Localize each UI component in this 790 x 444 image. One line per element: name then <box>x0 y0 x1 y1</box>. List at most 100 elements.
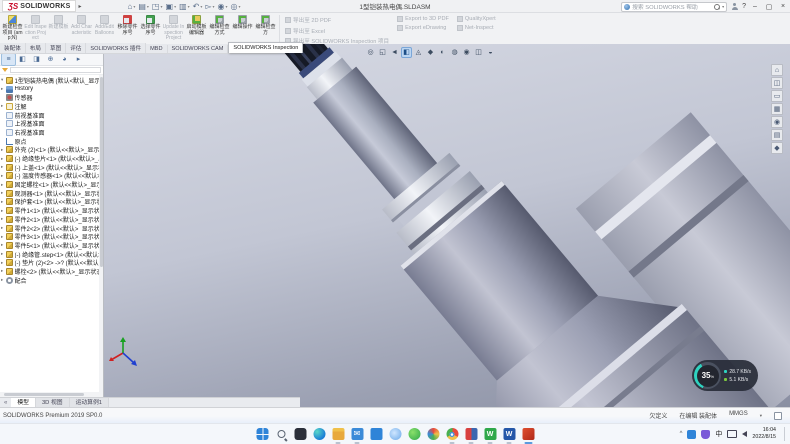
tree-item[interactable]: ▸ 零件5<1> (默认<<默认>_显示状态 <box>1 241 103 250</box>
browser-icon[interactable] <box>427 428 440 441</box>
green-app-icon[interactable] <box>408 428 421 441</box>
ribbon-button[interactable]: 编辑操作 <box>231 14 254 43</box>
tree-item[interactable]: ▸ 注解 <box>1 102 103 111</box>
ime-indicator[interactable]: 中 <box>715 429 722 439</box>
mail-icon[interactable] <box>351 428 364 441</box>
file-menu-arrow-icon[interactable]: ▸ <box>78 3 81 10</box>
section-view-icon[interactable]: ◧ <box>402 48 411 57</box>
solidworks-app-icon[interactable] <box>522 428 535 441</box>
home-tab-icon[interactable]: ⌂ <box>771 64 783 76</box>
dimxpert-tab-icon[interactable]: ⊕ <box>44 54 57 65</box>
search-caret-icon[interactable]: ▾ <box>722 4 724 9</box>
tree-item[interactable]: ▸ 配合 <box>1 276 103 285</box>
tab-scroll-arrows[interactable]: « <box>0 400 11 406</box>
dynamic-annotation-icon[interactable]: ◬ <box>414 48 423 57</box>
tray-app-icon[interactable] <box>687 430 696 439</box>
tree-item[interactable]: ▸ 零件2<1> (默认<<默认>_显示状态 <box>1 215 103 224</box>
tree-item[interactable]: ▸ 上视基准面 <box>1 119 103 128</box>
tree-item[interactable]: ▸ 保护套<1> (默认<<默认>_显示状 <box>1 198 103 207</box>
export-menu-item[interactable]: Export eDrawing <box>397 25 449 31</box>
edge-icon[interactable] <box>313 428 326 441</box>
status-sheet-icon[interactable] <box>774 412 782 420</box>
open-file-icon[interactable]: ◳▾ <box>152 2 163 11</box>
edit-appearance-icon[interactable]: ◉ <box>462 48 471 57</box>
model-3d[interactable] <box>104 44 790 407</box>
word-icon[interactable]: W <box>503 428 516 441</box>
task-view-button[interactable] <box>294 428 307 441</box>
filter-funnel-icon[interactable] <box>2 68 8 72</box>
show-desktop-button[interactable] <box>784 427 786 441</box>
tree-filter-input[interactable] <box>10 67 101 73</box>
search-input[interactable]: 搜索 SOLIDWORKS 帮助 <box>632 2 712 11</box>
solidworks-logo[interactable]: ƷS SOLIDWORKS <box>2 0 76 12</box>
ribbon-button[interactable]: 编辑检查方 <box>254 14 277 43</box>
export-menu-item[interactable]: Net-Inspect <box>457 25 496 31</box>
tree-item[interactable]: ▸ 固定螺栓<1> (默认<<默认>_显示 <box>1 180 103 189</box>
ribbon-button[interactable]: 新建模板 <box>47 14 70 43</box>
tree-item[interactable]: ▸ 零件2<2> (默认<<默认>_显示状态 <box>1 224 103 233</box>
tree-item[interactable]: ▸ 右视基准面 <box>1 128 103 137</box>
units-caret-icon[interactable]: ▾ <box>760 413 762 419</box>
user-login-icon[interactable] <box>731 3 738 10</box>
forum-tab-icon[interactable]: ◆ <box>771 142 783 154</box>
export-menu-item[interactable]: QualityXpert <box>457 16 496 22</box>
command-tab[interactable]: 装配体 <box>0 43 26 53</box>
tree-item[interactable]: ▸ 外壳 (2)<1> (默认<<默认>_显示状 <box>1 146 103 155</box>
tree-item[interactable]: ▸ (-) 上盖<1> (默认<<默认>_显示状 <box>1 163 103 172</box>
clock[interactable]: 16:04 2022/8/15 <box>752 427 776 440</box>
apply-scene-icon[interactable]: ◫ <box>474 48 483 57</box>
export-menu-item[interactable]: 导出至 2D PDF <box>285 16 389 24</box>
tree-item[interactable]: ▸ 螺栓<2> (默认<<默认>_显示状态 <box>1 267 103 276</box>
store-icon[interactable] <box>370 428 383 441</box>
model-tab[interactable]: 3D 视图 <box>36 398 70 408</box>
minimize-button[interactable]: – <box>750 3 760 10</box>
tree-item[interactable]: ▸ History <box>1 85 103 94</box>
ribbon-button[interactable]: Edit Inspection Project <box>24 14 47 43</box>
command-tab[interactable]: 草图 <box>46 43 66 53</box>
design-library-tab-icon[interactable]: ▭ <box>771 90 783 102</box>
tree-item[interactable]: ▸ (-) 垫片 (2)<2> ->? (默认<<默认 <box>1 258 103 267</box>
help-search-box[interactable]: 搜索 SOLIDWORKS 帮助 ▾ <box>621 2 727 12</box>
new-file-icon[interactable]: ▤▾ <box>138 2 149 11</box>
save-icon[interactable]: ▣▾ <box>166 2 177 11</box>
model-tab[interactable]: 模型 <box>11 398 36 408</box>
display-style-icon[interactable]: ◐ <box>438 48 447 57</box>
ribbon-button[interactable]: Add/Edit Balloons <box>93 14 116 43</box>
featuremanager-tree-tab-icon[interactable]: ≡ <box>2 54 15 65</box>
start-button[interactable] <box>256 428 269 441</box>
previous-view-icon[interactable]: ◄ <box>390 48 399 57</box>
command-tab[interactable]: 布局 <box>26 43 46 53</box>
tree-item[interactable]: ▸ (-) 温度传感器<1> (默认<<默认>_ <box>1 172 103 181</box>
ribbon-button[interactable]: 移除零件序号 <box>116 14 139 43</box>
ribbon-button[interactable]: 新建检查项目 (amp;N) <box>1 14 24 43</box>
volume-icon[interactable] <box>742 431 747 437</box>
print-icon[interactable]: ▥▾ <box>179 2 190 11</box>
command-tab[interactable]: SOLIDWORKS 插件 <box>86 43 146 53</box>
rebuild-icon[interactable]: ◉▾ <box>218 2 228 11</box>
tray-expand-icon[interactable]: ^ <box>680 431 683 437</box>
ribbon-button[interactable]: 编辑检查方式 <box>208 14 231 43</box>
restore-button[interactable]: ▢ <box>764 3 774 11</box>
view-orientation-icon[interactable]: ◆ <box>426 48 435 57</box>
tree-item[interactable]: ▸ 原点 <box>1 137 103 146</box>
wps-icon[interactable]: W <box>484 428 497 441</box>
zoom-fit-icon[interactable]: ◎ <box>366 48 375 57</box>
search-icon[interactable] <box>714 4 720 10</box>
search-button[interactable] <box>275 428 288 441</box>
command-tab[interactable]: 评估 <box>66 43 86 53</box>
tree-item[interactable]: ▸ (-) 绝缘管.step<1> (默认<<默认> <box>1 250 103 259</box>
weather-icon[interactable] <box>389 428 402 441</box>
performance-overlay-badge[interactable]: 35 % 28.7 KB/s 5.1 KB/s <box>692 360 758 391</box>
export-menu-item[interactable]: Export to 3D PDF <box>397 16 449 22</box>
home-icon[interactable]: ⌂▾ <box>127 2 135 11</box>
ribbon-button[interactable]: 启动模板编辑器 <box>185 14 208 43</box>
3d-viewport[interactable]: ◎ ◱ ◄ ◧ ◬ ◆ ◐ ◍ ◉ ◫ ◒ <box>104 44 790 407</box>
tree-item[interactable]: ▸ 前视基准面 <box>1 111 103 120</box>
model-tab[interactable]: 运动算例1 <box>70 398 109 408</box>
panel-overflow-icon[interactable]: ▸ <box>72 54 85 65</box>
tray-shield-icon[interactable] <box>701 430 710 439</box>
command-tab[interactable]: SOLIDWORKS Inspection <box>228 42 303 53</box>
zoom-area-icon[interactable]: ◱ <box>378 48 387 57</box>
undo-icon[interactable]: ↶▾ <box>193 2 203 11</box>
tree-item[interactable]: ▸ 传感器 <box>1 93 103 102</box>
